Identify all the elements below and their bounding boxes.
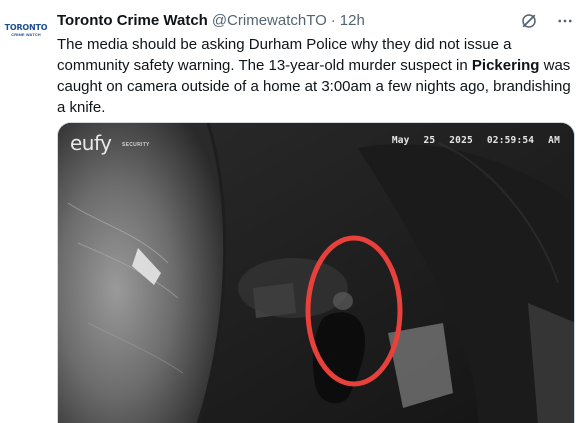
avatar-logo-subtext: CRIME WATCH xyxy=(11,32,41,37)
more-icon[interactable] xyxy=(554,10,576,32)
avatar[interactable]: TORONTO CRIME WATCH xyxy=(4,10,48,50)
avatar-logo-text: TORONTO xyxy=(4,23,48,32)
timestamp[interactable]: 12h xyxy=(340,12,365,29)
camera-brand-sub: SECURITY xyxy=(122,142,150,148)
camera-timestamp: May 25 2025 02:59:54 AM xyxy=(392,135,560,146)
camera-time: 02:59:54 AM xyxy=(486,135,560,146)
grok-icon[interactable] xyxy=(518,10,540,32)
tweet-header: Toronto Crime Watch @CrimewatchTO · 12h xyxy=(57,10,365,30)
display-name[interactable]: Toronto Crime Watch xyxy=(57,12,208,29)
tweet-text: The media should be asking Durham Police… xyxy=(57,34,575,118)
tweet-text-bold[interactable]: Pickering xyxy=(472,57,540,74)
tweet-actions-top xyxy=(518,10,576,32)
camera-brand: eufy xyxy=(70,131,112,155)
tweet-text-part1: The media should be asking Durham Police… xyxy=(57,36,512,74)
separator-dot: · xyxy=(330,11,336,29)
tweet-media-image[interactable]: eufy SECURITY May 25 2025 02:59:54 AM xyxy=(57,122,575,423)
user-handle[interactable]: @CrimewatchTO xyxy=(212,12,327,29)
security-camera-frame xyxy=(58,123,574,423)
camera-date: May 25 2025 xyxy=(391,135,473,146)
